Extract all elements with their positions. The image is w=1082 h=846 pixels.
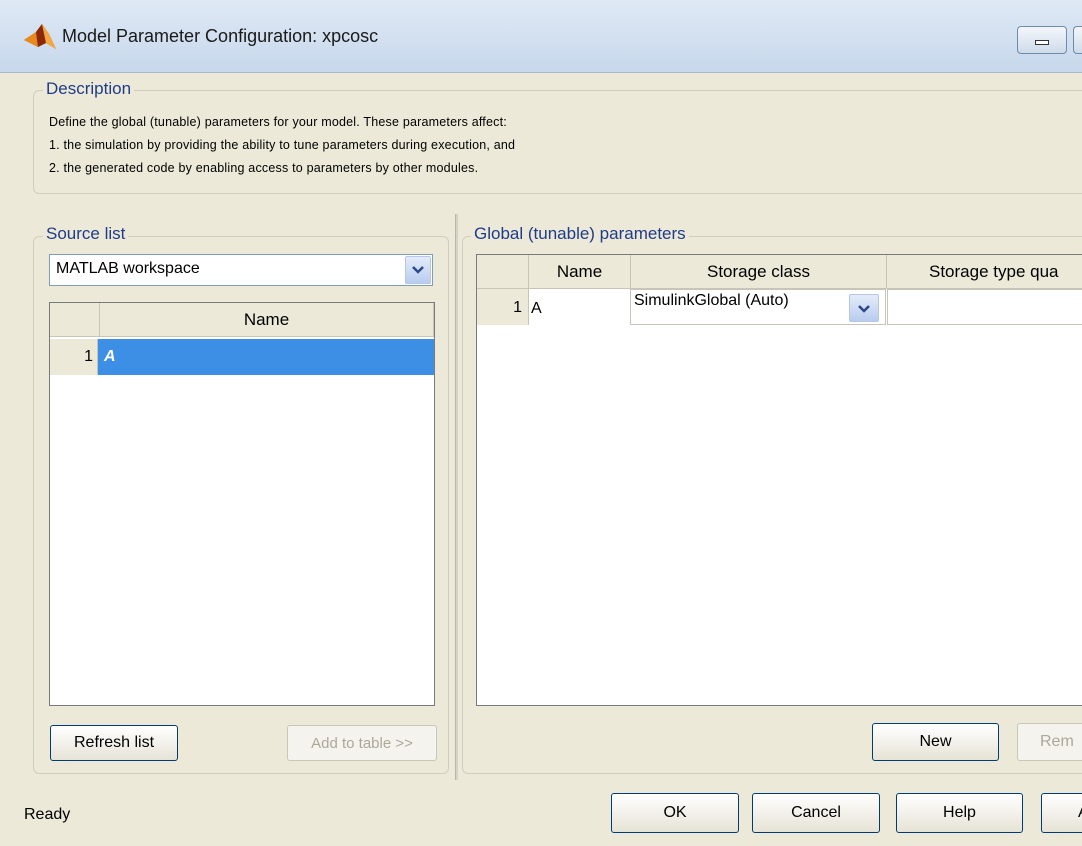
table-corner-header bbox=[477, 255, 529, 289]
storage-class-select[interactable]: SimulinkGlobal (Auto) bbox=[630, 289, 886, 325]
add-to-table-button[interactable]: Add to table >> bbox=[287, 725, 437, 761]
maximize-button[interactable] bbox=[1073, 26, 1082, 54]
source-list-legend: Source list bbox=[43, 224, 129, 244]
status-text: Ready bbox=[24, 806, 71, 823]
minimize-icon bbox=[1035, 40, 1049, 45]
remove-button[interactable]: Rem bbox=[1017, 723, 1082, 761]
source-combobox-value: MATLAB workspace bbox=[56, 260, 200, 277]
chevron-down-icon bbox=[858, 305, 870, 313]
minimize-button[interactable] bbox=[1017, 26, 1067, 54]
source-combobox-dropdown-button[interactable] bbox=[405, 256, 431, 284]
storage-class-value: SimulinkGlobal (Auto) bbox=[634, 292, 789, 309]
storage-class-dropdown-button[interactable] bbox=[849, 294, 879, 322]
name-column-header[interactable]: Name bbox=[529, 255, 631, 289]
row-number: 1 bbox=[50, 339, 98, 375]
new-button[interactable]: New bbox=[872, 723, 999, 761]
refresh-list-button[interactable]: Refresh list bbox=[50, 725, 178, 761]
storage-type-qualifier-input[interactable] bbox=[887, 289, 1082, 325]
apply-button[interactable]: A bbox=[1041, 793, 1082, 833]
source-table: Name 1 A bbox=[49, 302, 435, 706]
global-params-table: Name Storage class Storage type qua 1 A … bbox=[476, 254, 1082, 706]
param-name-cell[interactable]: A bbox=[531, 289, 542, 329]
chevron-down-icon bbox=[412, 266, 424, 274]
description-line: Define the global (tunable) parameters f… bbox=[49, 115, 507, 129]
description-legend: Description bbox=[43, 79, 135, 99]
cancel-button[interactable]: Cancel bbox=[752, 793, 880, 833]
storage-type-qualifier-column-header[interactable]: Storage type qua bbox=[887, 255, 1082, 289]
global-params-legend: Global (tunable) parameters bbox=[471, 224, 689, 244]
row-number: 1 bbox=[477, 289, 529, 325]
source-combobox[interactable]: MATLAB workspace bbox=[49, 254, 433, 286]
storage-class-column-header[interactable]: Storage class bbox=[631, 255, 887, 289]
title-bar: Model Parameter Configuration: xpcosc bbox=[0, 0, 1082, 73]
table-row[interactable]: 1 A bbox=[50, 339, 434, 375]
table-row: 1 A SimulinkGlobal (Auto) bbox=[477, 289, 1082, 325]
matlab-logo-icon bbox=[24, 24, 56, 49]
panel-divider[interactable] bbox=[455, 214, 458, 780]
ok-button[interactable]: OK bbox=[611, 793, 739, 833]
source-name-column-header[interactable]: Name bbox=[100, 303, 434, 337]
help-button[interactable]: Help bbox=[896, 793, 1023, 833]
description-line: 2. the generated code by enabling access… bbox=[49, 161, 479, 175]
table-corner-header bbox=[50, 303, 100, 337]
window-title: Model Parameter Configuration: xpcosc bbox=[62, 26, 379, 46]
row-name-cell[interactable]: A bbox=[104, 339, 116, 375]
description-line: 1. the simulation by providing the abili… bbox=[49, 138, 516, 152]
